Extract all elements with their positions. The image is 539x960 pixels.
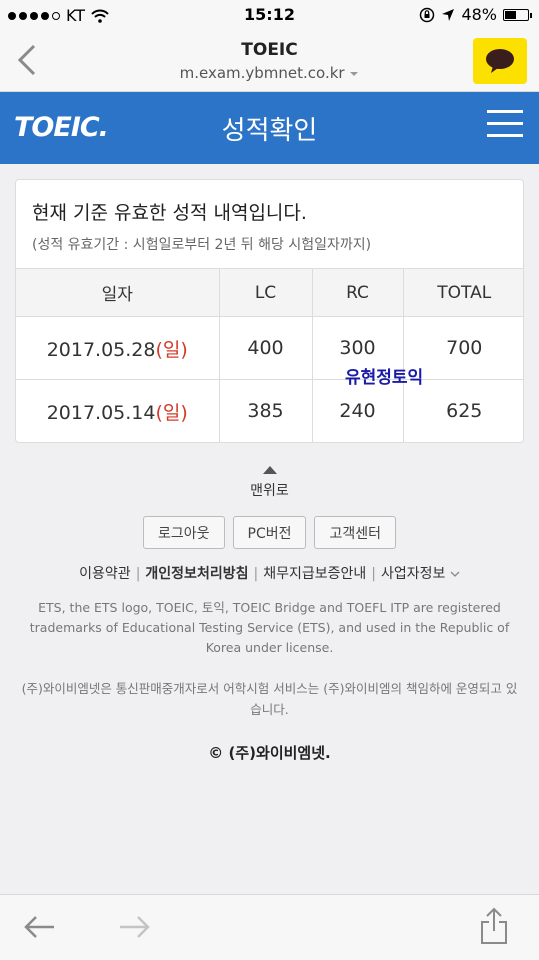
privacy-policy-link[interactable]: 개인정보처리방침 xyxy=(145,566,248,582)
footer-links: 이용약관 | 개인정보처리방침 | 채무지급보증안내 | 사업자정보 xyxy=(0,563,539,583)
column-header-rc: RC xyxy=(311,268,403,317)
kakao-share-button[interactable] xyxy=(473,38,527,84)
score-day: (일) xyxy=(155,338,188,361)
watermark-text: 유현정토익 xyxy=(345,368,424,388)
lc-score: 385 xyxy=(218,379,312,442)
column-header-date: 일자 xyxy=(16,268,219,317)
url-dropdown-icon xyxy=(350,72,359,76)
table-row: 2017.05.28(일) 400 300 700 xyxy=(16,316,523,380)
browser-url[interactable]: m.exam.ybmnet.co.kr xyxy=(0,64,539,82)
status-bar: KT 15:12 48% xyxy=(0,0,539,30)
up-arrow-icon xyxy=(262,466,277,474)
logout-button[interactable]: 로그아웃 xyxy=(142,516,225,549)
pc-version-button[interactable]: PC버전 xyxy=(232,516,307,549)
browser-page-title: TOEIC xyxy=(241,40,298,60)
rc-score: 240 xyxy=(311,379,403,442)
copyright: © (주)와이비엠넷. xyxy=(208,744,331,762)
chat-bubble-icon xyxy=(486,49,514,73)
browser-url-text: m.exam.ybmnet.co.kr xyxy=(179,64,345,82)
score-day: (일) xyxy=(155,401,188,424)
link-divider: | xyxy=(253,566,259,582)
table-header-row: 일자 LC RC TOTAL xyxy=(16,268,523,317)
customer-center-button[interactable]: 고객센터 xyxy=(314,516,397,549)
total-score: 625 xyxy=(402,379,523,442)
header-title: 성적확인 xyxy=(221,116,318,146)
table-row: 2017.05.14(일) 385 240 625 xyxy=(16,379,523,443)
hamburger-menu-icon[interactable] xyxy=(487,110,523,140)
lc-score: 400 xyxy=(218,316,312,380)
score-date: 2017.05.28 xyxy=(46,338,156,361)
chevron-down-icon xyxy=(450,571,460,577)
terms-link[interactable]: 이용약관 xyxy=(79,566,131,582)
score-date-cell: 2017.05.28(일) xyxy=(16,316,219,380)
link-divider: | xyxy=(135,566,141,582)
back-to-top-button[interactable]: 맨위로 xyxy=(0,466,539,500)
back-to-top-label: 맨위로 xyxy=(250,483,289,499)
share-icon[interactable] xyxy=(479,907,509,945)
app-header: TOEIC. 성적확인 xyxy=(0,92,539,164)
back-arrow-icon[interactable] xyxy=(22,913,56,941)
business-info-link[interactable]: 사업자정보 xyxy=(381,566,460,582)
score-result-card: 현재 기준 유효한 성적 내역입니다. (성적 유효기간 : 시험일로부터 2년… xyxy=(15,179,524,443)
company-notice: (주)와이비엠넷은 통신판매중개자로서 어학시험 서비스는 (주)와이비엠의 책… xyxy=(21,681,518,717)
footer-button-group: 로그아웃 PC버전 고객센터 xyxy=(0,516,539,549)
location-arrow-icon xyxy=(442,8,455,21)
battery-percent: 48% xyxy=(461,5,497,24)
card-heading: 현재 기준 유효한 성적 내역입니다. xyxy=(32,202,307,224)
rotation-lock-icon xyxy=(420,7,435,22)
column-header-lc: LC xyxy=(218,268,312,317)
trademark-notice: ETS, the ETS logo, TOEIC, 토익, TOEIC Brid… xyxy=(29,600,510,655)
payment-guarantee-link[interactable]: 채무지급보증안내 xyxy=(263,566,366,582)
score-date-cell: 2017.05.14(일) xyxy=(16,380,219,443)
validity-note: (성적 유효기간 : 시험일로부터 2년 뒤 해당 시험일자까지) xyxy=(32,237,372,253)
forward-arrow-icon[interactable] xyxy=(118,913,152,941)
battery-icon xyxy=(503,8,532,21)
score-date: 2017.05.14 xyxy=(46,401,156,424)
business-info-label: 사업자정보 xyxy=(380,566,446,582)
column-header-total: TOTAL xyxy=(402,268,523,317)
link-divider: | xyxy=(371,566,376,582)
score-table: 일자 LC RC TOTAL 2017.05.28(일) 400 300 700… xyxy=(16,268,523,443)
browser-toolbar xyxy=(0,894,539,960)
browser-bar: TOEIC m.exam.ybmnet.co.kr xyxy=(0,30,539,92)
